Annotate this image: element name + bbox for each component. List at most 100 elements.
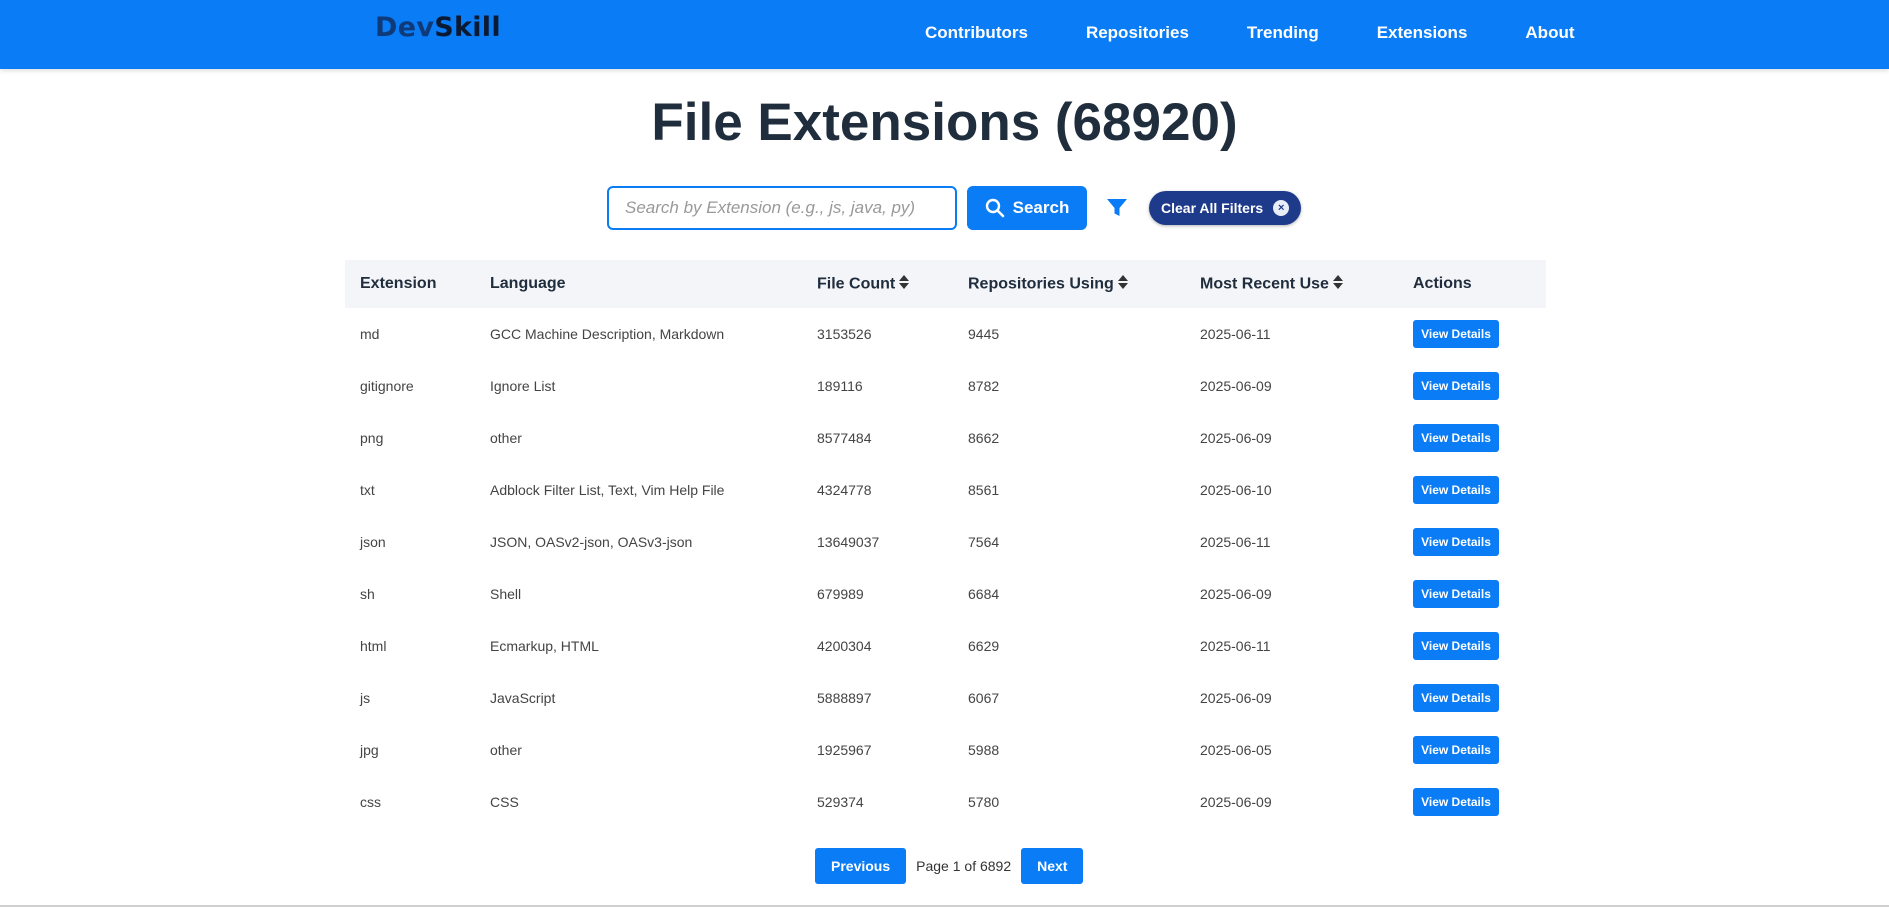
cell-file-count: 8577484 [817, 430, 872, 446]
cell-repositories-using: 8662 [968, 430, 1000, 446]
table-row: txt Adblock Filter List, Text, Vim Help … [345, 464, 1546, 516]
next-page-button[interactable]: Next [1021, 848, 1084, 884]
nav-link-about[interactable]: About [1525, 23, 1574, 43]
cell-file-count: 1925967 [817, 742, 872, 758]
view-details-button[interactable]: View Details [1413, 320, 1499, 348]
cell-most-recent-use: 2025-06-09 [1200, 794, 1272, 810]
cell-language: Shell [490, 586, 522, 602]
page-info: Page 1 of 6892 [916, 858, 1012, 874]
column-header-actions: Actions [1413, 275, 1472, 292]
cell-actions: View Details [1398, 776, 1546, 828]
sort-icon[interactable] [899, 274, 910, 294]
search-button[interactable]: Search [967, 186, 1087, 230]
cell-extension: html [360, 638, 387, 654]
view-details-button[interactable]: View Details [1413, 736, 1499, 764]
cell-extension: png [360, 430, 384, 446]
page-title: File Extensions (68920) [651, 93, 1238, 152]
search-bar: Search Clear All Filters × [607, 184, 1302, 232]
cell-repositories-using: 5988 [968, 742, 1000, 758]
cell-extension: gitignore [360, 378, 414, 394]
cell-extension: txt [360, 482, 375, 498]
cell-file-count: 4324778 [817, 482, 872, 498]
column-header-most-recent-use[interactable]: Most Recent Use [1185, 260, 1398, 308]
cell-language: CSS [490, 794, 519, 810]
cell-repositories-using: 9445 [968, 326, 1000, 342]
cell-actions: View Details [1398, 464, 1546, 516]
column-header-language: Language [490, 275, 566, 292]
table-row: jpg other 1925967 5988 2025-06-05 View D… [345, 724, 1546, 776]
cell-language: other [490, 742, 522, 758]
clear-all-filters-label: Clear All Filters [1161, 200, 1264, 216]
view-details-button[interactable]: View Details [1413, 632, 1499, 660]
cell-repositories-using: 6629 [968, 638, 1000, 654]
column-header-repositories-using[interactable]: Repositories Using [953, 260, 1185, 308]
cell-actions: View Details [1398, 672, 1546, 724]
nav-links: Contributors Repositories Trending Exten… [925, 0, 1575, 65]
search-icon [985, 198, 1004, 218]
cell-actions: View Details [1398, 568, 1546, 620]
sort-icon[interactable] [1117, 274, 1128, 294]
cell-language: GCC Machine Description, Markdown [490, 326, 725, 342]
view-details-button[interactable]: View Details [1413, 528, 1499, 556]
table-row: sh Shell 679989 6684 2025-06-09 View Det… [345, 568, 1546, 620]
view-details-button[interactable]: View Details [1413, 372, 1499, 400]
cell-language: JavaScript [490, 690, 556, 706]
cell-file-count: 5888897 [817, 690, 872, 706]
cell-most-recent-use: 2025-06-11 [1200, 326, 1271, 342]
view-details-button[interactable]: View Details [1413, 580, 1499, 608]
cell-repositories-using: 8561 [968, 482, 1000, 498]
view-details-button[interactable]: View Details [1413, 684, 1499, 712]
cell-most-recent-use: 2025-06-09 [1200, 378, 1272, 394]
nav-link-contributors[interactable]: Contributors [925, 23, 1028, 43]
cell-extension: js [360, 690, 371, 706]
extensions-table-container: Extension Language File Count Repositori… [345, 260, 1546, 828]
top-navbar: DevSkill Contributors Repositories Trend… [0, 0, 1889, 69]
nav-link-repositories[interactable]: Repositories [1086, 23, 1189, 43]
view-details-button[interactable]: View Details [1413, 476, 1499, 504]
table-row: png other 8577484 8662 2025-06-09 View D… [345, 412, 1546, 464]
brand-logo[interactable]: DevSkill [375, 12, 501, 43]
cell-language: Ignore List [490, 378, 556, 394]
table-row: html Ecmarkup, HTML 4200304 6629 2025-06… [345, 620, 1546, 672]
search-button-label: Search [1012, 198, 1070, 217]
column-header-file-count[interactable]: File Count [802, 260, 953, 308]
extensions-table: Extension Language File Count Repositori… [345, 260, 1546, 828]
cell-extension: css [360, 794, 381, 810]
view-details-button[interactable]: View Details [1413, 788, 1499, 816]
cell-file-count: 679989 [817, 586, 864, 602]
table-row: css CSS 529374 5780 2025-06-09 View Deta… [345, 776, 1546, 828]
clear-all-filters-button[interactable]: Clear All Filters × [1149, 191, 1302, 225]
cell-file-count: 189116 [817, 378, 863, 394]
pagination: Previous Page 1 of 6892 Next [815, 848, 1084, 884]
cell-most-recent-use: 2025-06-09 [1200, 586, 1272, 602]
search-input[interactable] [607, 186, 957, 230]
cell-most-recent-use: 2025-06-11 [1200, 638, 1271, 654]
table-row: md GCC Machine Description, Markdown 315… [345, 308, 1546, 360]
cell-most-recent-use: 2025-06-09 [1200, 690, 1272, 706]
table-row: gitignore Ignore List 189116 8782 2025-0… [345, 360, 1546, 412]
cell-repositories-using: 7564 [968, 534, 1000, 550]
sort-icon[interactable] [1332, 274, 1343, 294]
brand-logo-part1: Dev [375, 12, 435, 43]
cell-file-count: 4200304 [817, 638, 872, 654]
nav-link-trending[interactable]: Trending [1247, 23, 1319, 43]
cell-most-recent-use: 2025-06-10 [1200, 482, 1272, 498]
previous-page-button[interactable]: Previous [815, 848, 907, 884]
view-details-button[interactable]: View Details [1413, 424, 1499, 452]
table-row: js JavaScript 5888897 6067 2025-06-09 Vi… [345, 672, 1546, 724]
cell-actions: View Details [1398, 516, 1546, 568]
cell-language: JSON, OASv2-json, OASv3-json [490, 534, 693, 550]
nav-link-extensions[interactable]: Extensions [1377, 23, 1468, 43]
cell-actions: View Details [1398, 360, 1546, 412]
cell-language: Adblock Filter List, Text, Vim Help File [490, 482, 725, 498]
cell-extension: json [360, 534, 386, 550]
cell-file-count: 529374 [817, 794, 864, 810]
table-row: json JSON, OASv2-json, OASv3-json 136490… [345, 516, 1546, 568]
cell-most-recent-use: 2025-06-11 [1200, 534, 1271, 550]
cell-most-recent-use: 2025-06-09 [1200, 430, 1272, 446]
cell-extension: sh [360, 586, 375, 602]
cell-repositories-using: 8782 [968, 378, 1000, 394]
filter-icon[interactable] [1105, 196, 1129, 220]
cell-actions: View Details [1398, 620, 1546, 672]
cell-most-recent-use: 2025-06-05 [1200, 742, 1272, 758]
